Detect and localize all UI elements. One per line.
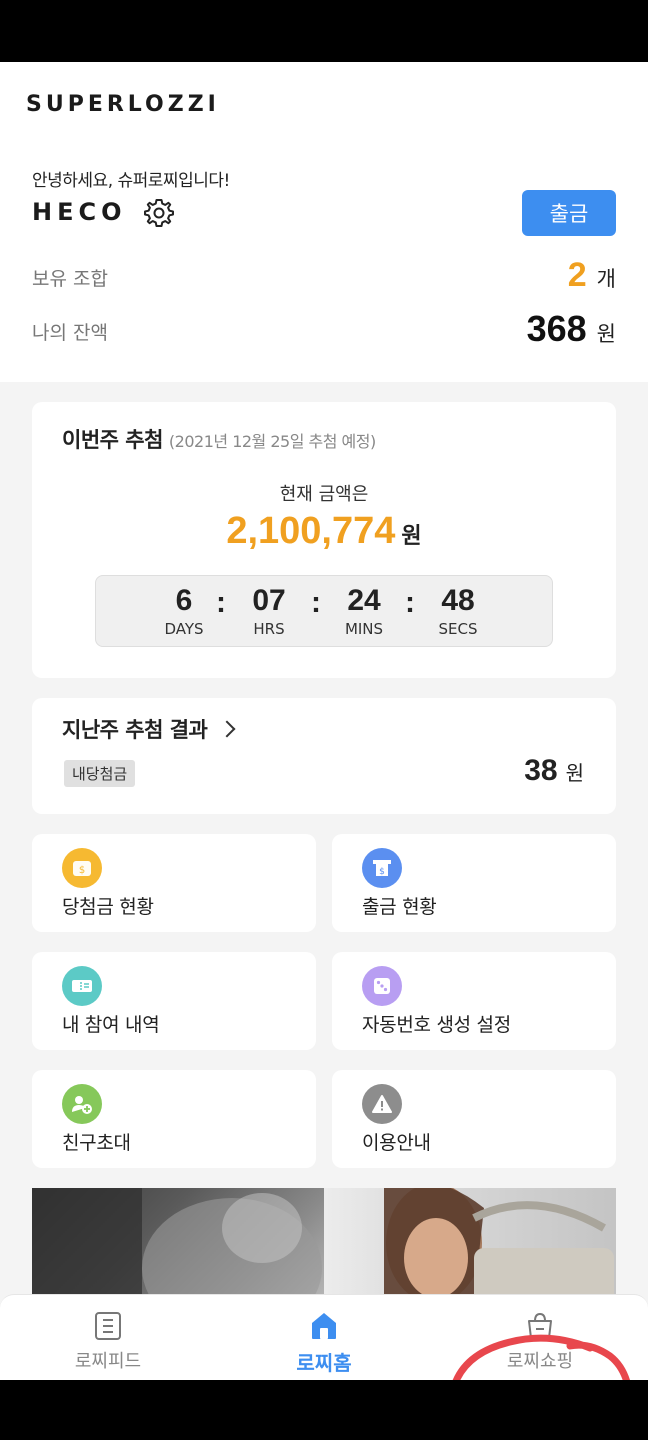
current-amount-label: 현재 금액은 <box>279 484 369 505</box>
menu-label: 내 참여 내역 <box>62 1014 160 1036</box>
last-result-title[interactable]: 지난주 추첨 결과 <box>62 714 236 744</box>
countdown-separator: : <box>311 586 321 619</box>
last-result-value: 38 <box>524 754 558 787</box>
draw-date: (2021년 12월 25일 추첨 예정) <box>168 432 376 451</box>
menu-label: 친구초대 <box>62 1132 131 1154</box>
balance-label: 나의 잔액 <box>32 322 108 344</box>
my-winnings-badge: 내당첨금 <box>64 760 136 787</box>
this-week-draw-card: 이번주 추첨 (2021년 12월 25일 추첨 예정) 현재 금액은 2,100… <box>32 402 616 678</box>
menu-label: 출금 현황 <box>362 896 437 918</box>
balance-amount: 368 <box>526 308 587 349</box>
countdown-seconds: 48 SECS <box>418 584 498 638</box>
menu-withdraw-status[interactable]: $ 출금 현황 <box>332 834 616 932</box>
tab-home[interactable]: 로찌홈 <box>216 1295 432 1380</box>
tab-label: 로찌쇼핑 <box>506 1351 574 1372</box>
menu-winnings-status[interactable]: $ 당첨금 현황 <box>32 834 316 932</box>
countdown-minutes-label: MINS <box>344 620 384 638</box>
balance-value-group: 368 원 <box>527 308 616 350</box>
gear-icon[interactable] <box>142 196 176 230</box>
app-screen: SUPERLOZZI 안녕하세요, 슈퍼로찌입니다! HECO 출금 보유 조합… <box>0 62 648 1380</box>
ticket-icon <box>62 966 102 1006</box>
countdown-minutes-value: 24 <box>347 584 381 617</box>
countdown-seconds-value: 48 <box>441 584 475 617</box>
jackpot-amount: 2,100,774 원 <box>32 510 616 553</box>
countdown-seconds-label: SECS <box>438 620 478 638</box>
countdown-timer: 6 DAYS : 07 HRS : 24 MINS : 48 SECS <box>95 575 553 647</box>
system-nav-bar <box>0 1380 648 1440</box>
last-result-unit: 원 <box>565 761 584 785</box>
last-result-amount: 38 원 <box>524 754 584 788</box>
countdown-hours-label: HRS <box>253 620 285 638</box>
svg-text:$: $ <box>79 865 85 876</box>
tab-label: 로찌피드 <box>74 1351 142 1372</box>
countdown-hours-value: 07 <box>252 584 286 617</box>
menu-auto-number-settings[interactable]: 자동번호 생성 설정 <box>332 952 616 1050</box>
svg-text:$: $ <box>379 867 385 877</box>
home-icon <box>312 1313 336 1339</box>
menu-label: 자동번호 생성 설정 <box>362 1014 511 1036</box>
menu-label: 이용안내 <box>362 1132 431 1154</box>
account-header: SUPERLOZZI 안녕하세요, 슈퍼로찌입니다! HECO 출금 보유 조합… <box>0 62 648 382</box>
countdown-days-label: DAYS <box>164 620 204 638</box>
countdown-hours: 07 HRS <box>229 584 309 638</box>
app-logo: SUPERLOZZI <box>26 92 220 117</box>
balance-unit: 원 <box>596 322 616 346</box>
banner-image-right[interactable] <box>324 1188 616 1298</box>
jackpot-unit: 원 <box>401 524 422 549</box>
feed-icon <box>95 1312 121 1340</box>
atm-icon: $ <box>362 848 402 888</box>
draw-title: 이번주 추첨 (2021년 12월 25일 추첨 예정) <box>62 424 376 454</box>
username: HECO <box>32 198 127 226</box>
dice-icon <box>362 966 402 1006</box>
banner-image-left[interactable] <box>32 1188 324 1298</box>
menu-invite-friends[interactable]: 친구초대 <box>32 1070 316 1168</box>
withdraw-button[interactable]: 출금 <box>522 190 616 236</box>
combos-label: 보유 조합 <box>32 268 108 290</box>
countdown-minutes: 24 MINS <box>324 584 404 638</box>
menu-label: 당첨금 현황 <box>62 896 154 918</box>
wallet-icon: $ <box>62 848 102 888</box>
tab-feed[interactable]: 로찌피드 <box>0 1295 216 1380</box>
status-bar <box>0 0 648 62</box>
last-result-title-text: 지난주 추첨 결과 <box>62 718 208 742</box>
countdown-days-value: 6 <box>175 584 193 617</box>
menu-participation-history[interactable]: 내 참여 내역 <box>32 952 316 1050</box>
greeting-text: 안녕하세요, 슈퍼로찌입니다! <box>32 171 230 191</box>
combos-count: 2 <box>567 256 587 294</box>
combos-value-group: 2 개 <box>568 256 616 295</box>
countdown-separator: : <box>216 586 226 619</box>
bottom-tab-bar: 로찌피드 로찌홈 로찌쇼핑 <box>0 1294 648 1380</box>
add-friend-icon <box>62 1084 102 1124</box>
countdown-days: 6 DAYS <box>144 584 224 638</box>
countdown-separator: : <box>405 586 415 619</box>
draw-title-text: 이번주 추첨 <box>62 428 163 452</box>
warning-icon <box>362 1084 402 1124</box>
combos-unit: 개 <box>596 267 616 291</box>
menu-usage-guide[interactable]: 이용안내 <box>332 1070 616 1168</box>
tab-shopping[interactable]: 로찌쇼핑 <box>432 1295 648 1380</box>
tab-label: 로찌홈 <box>296 1351 352 1375</box>
jackpot-value: 2,100,774 <box>226 510 396 552</box>
shopping-bag-icon <box>528 1312 552 1339</box>
last-week-result-card[interactable]: 지난주 추첨 결과 내당첨금 38 원 <box>32 698 616 814</box>
chevron-right-icon <box>218 720 236 738</box>
